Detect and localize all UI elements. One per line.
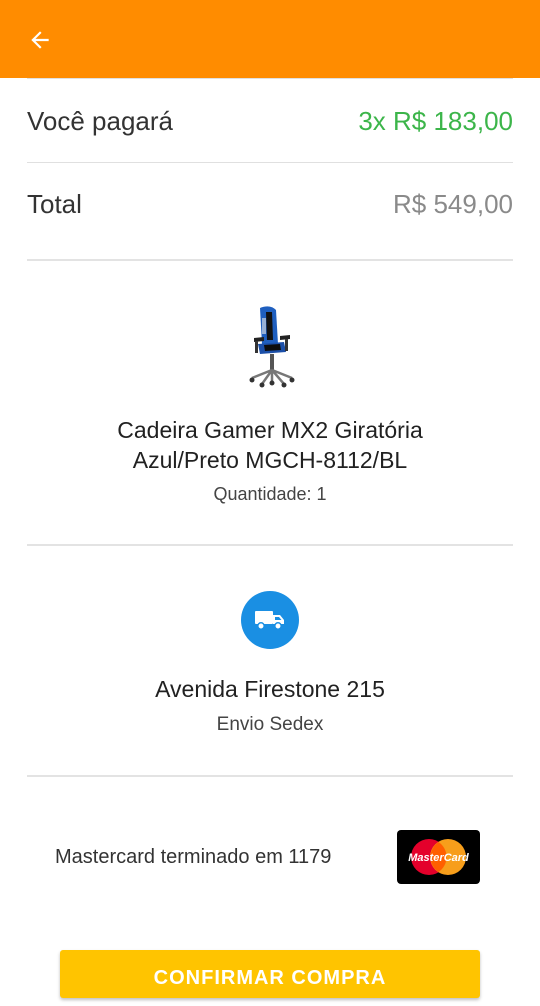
divider bbox=[27, 544, 513, 546]
divider bbox=[27, 775, 513, 777]
confirm-purchase-button[interactable]: CONFIRMAR COMPRA bbox=[60, 950, 480, 998]
arrow-left-icon bbox=[31, 31, 49, 49]
divider bbox=[27, 162, 513, 163]
total-label: Total bbox=[27, 189, 82, 219]
app-bar bbox=[0, 0, 540, 78]
product-name-line2: Azul/Preto MGCH-8112/BL bbox=[132, 447, 408, 473]
gaming-chair-image bbox=[249, 306, 295, 388]
back-button[interactable] bbox=[22, 22, 58, 58]
product-quantity: Quantidade: 1 bbox=[213, 484, 327, 504]
total-value: R$ 549,00 bbox=[393, 189, 513, 219]
mastercard-logo-text: MasterCard bbox=[408, 852, 469, 864]
divider bbox=[27, 259, 513, 261]
divider bbox=[27, 78, 513, 79]
product-name: Cadeira Gamer MX2 Giratória Azul/Preto M… bbox=[0, 415, 540, 475]
shipping-method: Envio Sedex bbox=[216, 714, 324, 735]
truck-icon bbox=[241, 591, 299, 649]
product-name-line1: Cadeira Gamer MX2 Giratória bbox=[117, 417, 423, 443]
pay-value: 3x R$ 183,00 bbox=[358, 106, 513, 136]
payment-card-text: Mastercard terminado em 1179 bbox=[55, 846, 332, 868]
pay-label: Você pagará bbox=[27, 106, 174, 136]
delivery-address: Avenida Firestone 215 bbox=[155, 676, 385, 702]
mastercard-logo: MasterCard bbox=[397, 830, 480, 884]
